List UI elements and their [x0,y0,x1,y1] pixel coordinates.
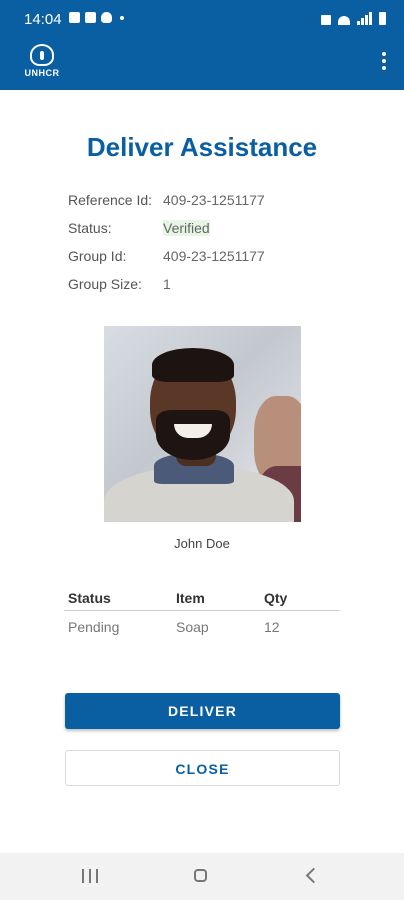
cell-qty: 12 [264,619,280,635]
detail-value: 409-23-1251177 [163,192,265,208]
beneficiary-name: John Doe [174,536,230,551]
notification-icons [69,12,124,23]
detail-label: Group Size: [68,276,142,292]
back-icon[interactable] [305,867,322,884]
app-bar: UNHCR [0,38,404,90]
column-header-qty: Qty [264,590,288,606]
status-badge: Verified [163,220,210,236]
unhcr-logo: UNHCR [22,44,62,84]
system-icons [321,12,386,25]
status-time: 14:04 [24,11,62,28]
system-nav-bar [0,853,404,900]
detail-value: 1 [163,276,171,292]
detail-value: 409-23-1251177 [163,248,265,264]
status-bar: 14:04 [0,0,404,38]
cell-item: Soap [176,619,209,635]
signal-icon [357,12,372,25]
column-header-status: Status [68,590,111,606]
close-button[interactable]: CLOSE [65,750,340,786]
gallery-icon [69,12,80,23]
logo-text: UNHCR [24,68,60,78]
battery-icon [379,12,386,25]
table-header: Status Item Qty [64,588,340,611]
mute-icon [321,15,331,25]
unhcr-emblem-icon [30,44,54,66]
recents-icon[interactable] [82,869,98,883]
page-title: Deliver Assistance [86,132,318,162]
beneficiary-photo [104,326,301,522]
more-vert-icon[interactable] [378,52,390,76]
detail-label: Reference Id: [68,192,153,208]
calendar-icon [85,12,96,23]
wifi-icon [338,16,350,25]
table-row: Pending Soap 12 [64,611,340,641]
lightbulb-icon [101,12,112,23]
cell-status: Pending [68,619,120,635]
home-icon[interactable] [194,869,207,882]
column-header-item: Item [176,590,205,606]
detail-label: Group Id: [68,248,127,264]
more-notifications-icon [120,15,124,20]
deliver-button[interactable]: DELIVER [65,693,340,729]
detail-label: Status: [68,220,112,236]
items-table: Status Item Qty Pending Soap 12 [64,588,340,641]
